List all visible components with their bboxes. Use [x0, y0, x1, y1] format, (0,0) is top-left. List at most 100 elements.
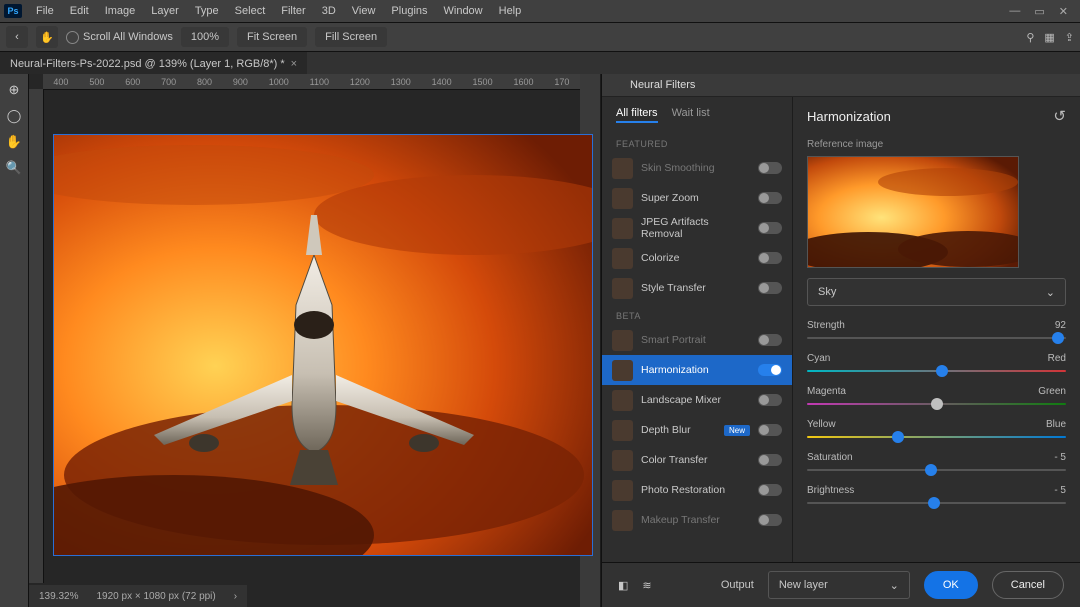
- slider-track[interactable]: [807, 502, 1066, 504]
- slider-strength[interactable]: Strength 92: [807, 320, 1066, 339]
- filter-toggle[interactable]: [758, 282, 782, 294]
- filter-row[interactable]: Depth BlurNew: [602, 415, 792, 445]
- menu-window[interactable]: Window: [436, 5, 491, 17]
- filter-toggle[interactable]: [758, 394, 782, 406]
- props-title: Harmonization: [807, 109, 891, 124]
- filter-thumb-icon: [612, 278, 633, 299]
- filter-thumb-icon: [612, 330, 633, 351]
- slider-magenta[interactable]: MagentaGreen: [807, 386, 1066, 405]
- slider-track[interactable]: [807, 370, 1066, 372]
- slider-knob[interactable]: [936, 365, 948, 377]
- ruler-mark: 400: [53, 77, 68, 87]
- slider-label-left: Yellow: [807, 419, 836, 430]
- window-minimize-icon[interactable]: —: [1009, 5, 1020, 18]
- filter-toggle[interactable]: [758, 252, 782, 264]
- move-tool-icon[interactable]: ⊕: [4, 80, 24, 100]
- slider-knob[interactable]: [892, 431, 904, 443]
- circle-tool-icon[interactable]: ◯: [4, 106, 24, 126]
- layers-icon[interactable]: ≋: [642, 579, 651, 592]
- slider-track[interactable]: [807, 469, 1066, 471]
- reset-icon[interactable]: ↺: [1053, 107, 1066, 125]
- filter-toggle[interactable]: [758, 334, 782, 346]
- filter-row[interactable]: Smart Portrait: [602, 325, 792, 355]
- menu-layer[interactable]: Layer: [143, 5, 187, 17]
- slider-knob[interactable]: [931, 398, 943, 410]
- filter-row[interactable]: Photo Restoration: [602, 475, 792, 505]
- filter-thumb-icon: [612, 158, 633, 179]
- filter-name: Super Zoom: [641, 192, 750, 204]
- menu-filter[interactable]: Filter: [273, 5, 313, 17]
- filter-row[interactable]: Color Transfer: [602, 445, 792, 475]
- workspace-icon[interactable]: ▦: [1044, 31, 1054, 44]
- filter-toggle[interactable]: [758, 364, 782, 376]
- menu-image[interactable]: Image: [97, 5, 144, 17]
- menu-type[interactable]: Type: [187, 5, 227, 17]
- ruler-mark: 170: [554, 77, 569, 87]
- menu-view[interactable]: View: [344, 5, 384, 17]
- slider-yellow[interactable]: YellowBlue: [807, 419, 1066, 438]
- filter-toggle[interactable]: [758, 514, 782, 526]
- filter-row[interactable]: Harmonization: [602, 355, 792, 385]
- search-icon[interactable]: ⚲: [1026, 31, 1034, 44]
- filter-row[interactable]: Colorize: [602, 243, 792, 273]
- filter-thumb-icon: [612, 188, 633, 209]
- window-restore-icon[interactable]: ▭: [1034, 5, 1044, 18]
- cancel-button[interactable]: Cancel: [992, 571, 1064, 599]
- filter-row[interactable]: Super Zoom: [602, 183, 792, 213]
- filter-row[interactable]: Landscape Mixer: [602, 385, 792, 415]
- filter-name: Depth Blur: [641, 424, 716, 436]
- menu-3d[interactable]: 3D: [314, 5, 344, 17]
- filter-thumb-icon: [612, 248, 633, 269]
- window-close-icon[interactable]: ✕: [1059, 5, 1068, 18]
- chevron-right-icon[interactable]: ›: [234, 591, 237, 602]
- filter-toggle[interactable]: [758, 454, 782, 466]
- canvas[interactable]: [53, 134, 593, 556]
- filter-thumb-icon: [612, 510, 633, 531]
- close-icon[interactable]: ×: [291, 58, 297, 70]
- filter-row[interactable]: Skin Smoothing: [602, 153, 792, 183]
- hand-tool-icon[interactable]: ✋: [36, 26, 58, 48]
- output-dropdown[interactable]: New layer ⌄: [768, 571, 910, 599]
- slider-label-left: Strength: [807, 320, 845, 331]
- scroll-all-windows-checkbox[interactable]: Scroll All Windows: [66, 31, 173, 44]
- fill-screen-button[interactable]: Fill Screen: [315, 27, 387, 47]
- slider-track[interactable]: [807, 337, 1066, 339]
- slider-label-right: 92: [1055, 320, 1066, 331]
- ok-button[interactable]: OK: [924, 571, 978, 599]
- home-back-icon[interactable]: ‹: [6, 26, 28, 48]
- share-icon[interactable]: ⇪: [1065, 31, 1074, 44]
- slider-track[interactable]: [807, 403, 1066, 405]
- slider-cyan[interactable]: CyanRed: [807, 353, 1066, 372]
- document-tab[interactable]: Neural-Filters-Ps-2022.psd @ 139% (Layer…: [0, 52, 307, 76]
- filter-name: Skin Smoothing: [641, 162, 750, 174]
- filter-toggle[interactable]: [758, 192, 782, 204]
- slider-saturation[interactable]: Saturation- 5: [807, 452, 1066, 471]
- filter-toggle[interactable]: [758, 222, 782, 234]
- slider-knob[interactable]: [1052, 332, 1064, 344]
- filter-row[interactable]: Style Transfer: [602, 273, 792, 303]
- menu-file[interactable]: File: [28, 5, 62, 17]
- menu-edit[interactable]: Edit: [62, 5, 97, 17]
- preview-toggle-icon[interactable]: ◧: [618, 579, 628, 592]
- ruler-mark: 900: [233, 77, 248, 87]
- reference-image[interactable]: [807, 156, 1019, 268]
- tab-all-filters[interactable]: All filters: [616, 107, 658, 123]
- menu-select[interactable]: Select: [227, 5, 274, 17]
- filter-row[interactable]: JPEG Artifacts Removal: [602, 213, 792, 243]
- zoom-tool-icon[interactable]: 🔍: [4, 158, 24, 178]
- filter-toggle[interactable]: [758, 162, 782, 174]
- slider-brightness[interactable]: Brightness- 5: [807, 485, 1066, 504]
- reference-layer-dropdown[interactable]: Sky ⌄: [807, 278, 1066, 306]
- filter-toggle[interactable]: [758, 484, 782, 496]
- tab-wait-list[interactable]: Wait list: [672, 107, 710, 123]
- slider-knob[interactable]: [925, 464, 937, 476]
- slider-track[interactable]: [807, 436, 1066, 438]
- slider-knob[interactable]: [928, 497, 940, 509]
- filter-row[interactable]: Makeup Transfer: [602, 505, 792, 535]
- zoom-level[interactable]: 100%: [181, 27, 229, 47]
- hand-tool-icon[interactable]: ✋: [4, 132, 24, 152]
- filter-toggle[interactable]: [758, 424, 782, 436]
- menu-help[interactable]: Help: [491, 5, 530, 17]
- menu-plugins[interactable]: Plugins: [383, 5, 435, 17]
- fit-screen-button[interactable]: Fit Screen: [237, 27, 307, 47]
